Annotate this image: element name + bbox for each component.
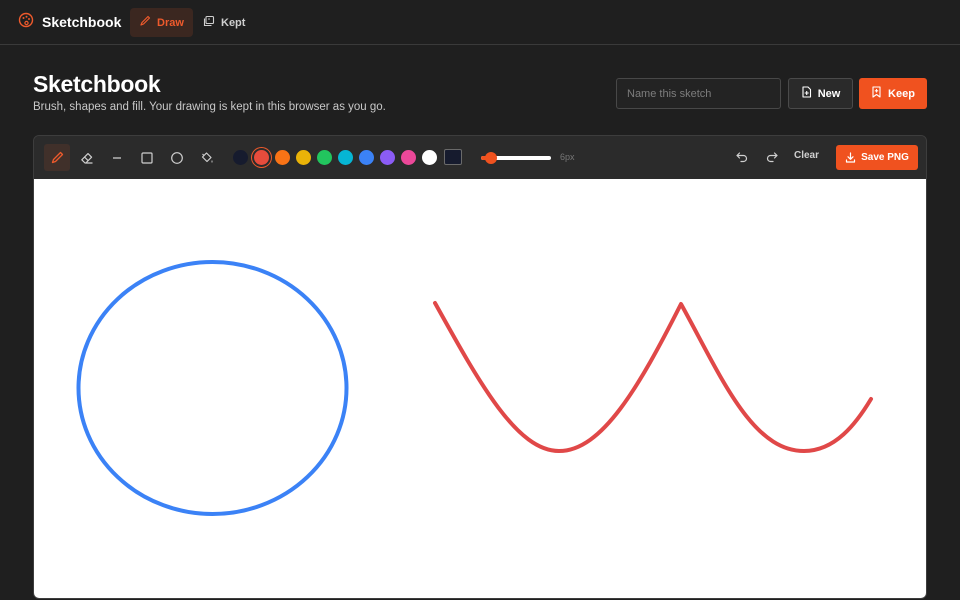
brand-name: Sketchbook: [42, 14, 122, 30]
color-swatch-orange[interactable]: [275, 150, 290, 165]
ellipse-tool[interactable]: [164, 144, 190, 171]
line-tool[interactable]: [104, 144, 130, 171]
eraser-tool[interactable]: [74, 144, 100, 171]
color-swatch-purple[interactable]: [380, 150, 395, 165]
palette-icon: [18, 12, 34, 33]
keep-button[interactable]: Keep: [859, 78, 927, 109]
new-file-icon: [801, 86, 812, 101]
canvas-drawing: [76, 260, 873, 516]
drawn-curve: [433, 301, 873, 453]
new-button[interactable]: New: [788, 78, 853, 109]
brand[interactable]: Sketchbook: [18, 12, 121, 32]
tab-draw-label: Draw: [157, 16, 184, 29]
color-swatch-red[interactable]: [254, 150, 269, 165]
top-nav: Sketchbook Draw Kept: [0, 0, 960, 45]
drawn-circle: [76, 260, 349, 516]
brush-size-label: 6px: [560, 152, 575, 162]
custom-color-picker[interactable]: [444, 149, 462, 165]
color-swatch-blue[interactable]: [359, 150, 374, 165]
circle-icon: [171, 151, 183, 164]
bookmark-icon: [871, 86, 882, 101]
sketch-name-input[interactable]: [616, 78, 781, 109]
undo-icon: [736, 152, 748, 163]
color-swatch-white[interactable]: [422, 150, 437, 165]
brush-icon: [51, 151, 64, 163]
download-icon: [845, 152, 856, 163]
slider-thumb[interactable]: [485, 152, 498, 164]
color-swatch-cyan[interactable]: [338, 150, 353, 165]
line-icon: [113, 156, 121, 159]
tab-kept-label: Kept: [221, 16, 246, 29]
brush-size-slider[interactable]: [481, 152, 551, 164]
tab-kept[interactable]: Kept: [194, 8, 254, 37]
fill-tool[interactable]: [194, 144, 220, 171]
toolbar: 6px Clear Save PNG: [34, 136, 926, 179]
color-swatch-green[interactable]: [317, 150, 332, 165]
eraser-icon: [81, 152, 93, 164]
keep-button-label: Keep: [888, 87, 915, 100]
rectangle-icon: [141, 151, 153, 164]
brush-tool[interactable]: [44, 144, 70, 171]
save-png-label: Save PNG: [861, 152, 909, 163]
page-subtitle: Brush, shapes and fill. Your drawing is …: [33, 101, 386, 113]
rectangle-tool[interactable]: [134, 144, 160, 171]
gallery-icon: [203, 15, 215, 30]
save-png-button[interactable]: Save PNG: [836, 145, 918, 170]
new-button-label: New: [817, 87, 841, 100]
undo-button[interactable]: [732, 147, 752, 167]
color-swatch-pink[interactable]: [401, 150, 416, 165]
clear-button[interactable]: Clear: [794, 150, 819, 161]
redo-button[interactable]: [762, 147, 782, 167]
drawing-board: 6px Clear Save PNG: [33, 135, 927, 599]
brush-icon: [139, 15, 151, 30]
color-swatch-navy[interactable]: [233, 150, 248, 165]
tab-draw[interactable]: Draw: [130, 8, 193, 37]
color-swatch-yellow[interactable]: [296, 150, 311, 165]
paint-bucket-icon: [201, 151, 213, 163]
page-title: Sketchbook: [33, 71, 161, 97]
redo-icon: [766, 152, 778, 163]
drawing-canvas[interactable]: [34, 179, 926, 598]
